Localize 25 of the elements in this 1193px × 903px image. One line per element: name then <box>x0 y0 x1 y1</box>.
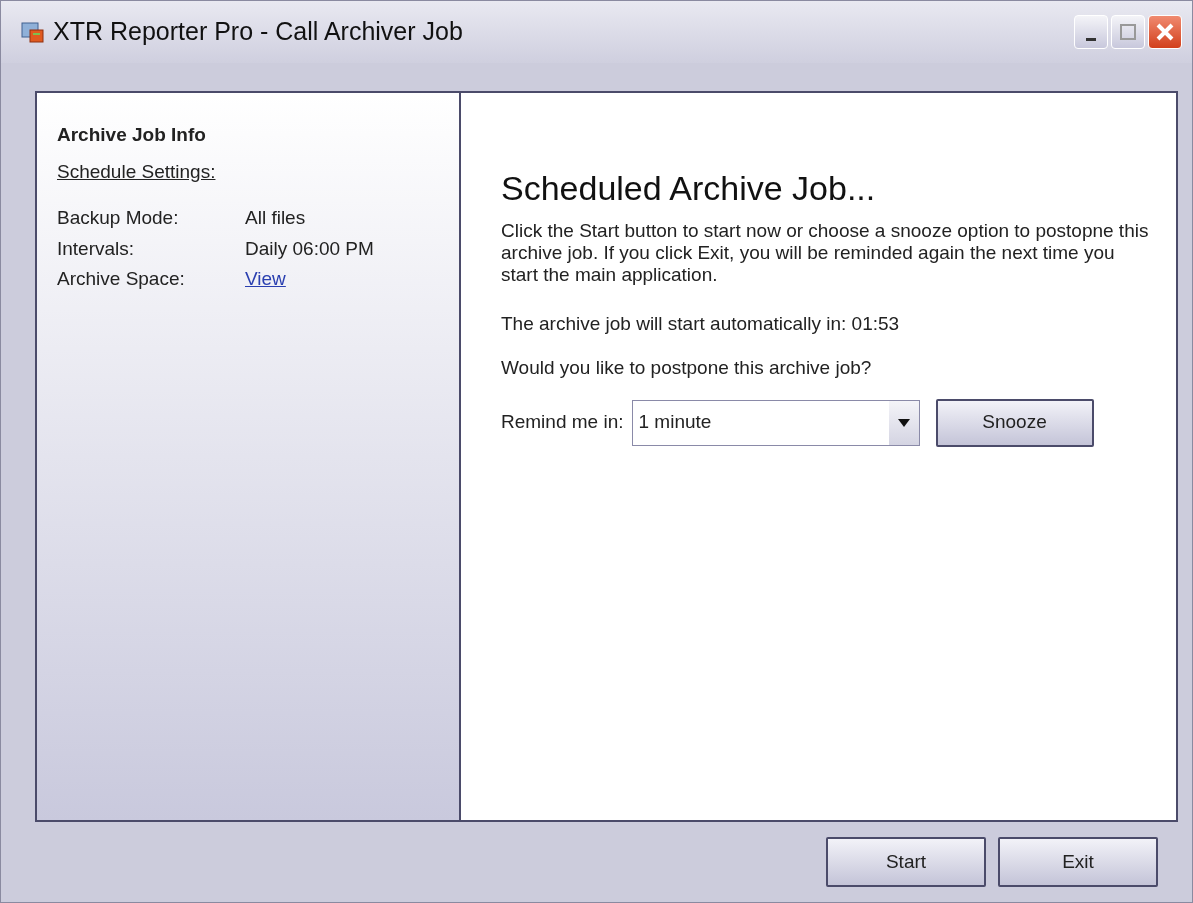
caret-icon <box>897 418 910 427</box>
snooze-button[interactable]: Snooze <box>935 398 1094 447</box>
minimize-icon <box>1086 37 1096 41</box>
dialog-heading: Scheduled Archive Job... <box>501 168 877 209</box>
field-label: Backup Mode: <box>57 206 180 230</box>
close-button[interactable] <box>1148 15 1182 49</box>
app-icon <box>21 20 45 44</box>
remind-label: Remind me in: <box>501 410 624 435</box>
minimize-button[interactable] <box>1074 15 1108 49</box>
field-label: Intervals: <box>57 236 136 261</box>
close-icon <box>1155 22 1175 42</box>
window-title: XTR Reporter Pro - Call Archiver Job <box>53 16 464 48</box>
remind-dropdown[interactable]: 1 minute <box>631 399 920 446</box>
dialog-button[interactable]: Exit <box>998 837 1158 887</box>
section-heading: Schedule Settings: <box>57 160 216 182</box>
countdown-text: The archive job will start automatically in: 01:53 <box>501 311 901 336</box>
field-label: Archive Space: <box>57 267 186 291</box>
field-value: Daily 06:00 PM <box>245 237 374 259</box>
dialog-button[interactable]: Start <box>826 837 986 887</box>
question-text: Would you like to postpone this archive job? <box>501 356 873 381</box>
panel-heading: Archive Job Info <box>57 123 207 147</box>
maximize-icon <box>1120 24 1136 40</box>
field-value: All files <box>245 207 306 228</box>
description-text: Click the Start button to start now or choose a snooze option to postopne this archive job. If you click Exit, you will be reminded again the next time you start the main application. <box>501 220 1150 286</box>
view-link[interactable]: View <box>245 268 286 289</box>
